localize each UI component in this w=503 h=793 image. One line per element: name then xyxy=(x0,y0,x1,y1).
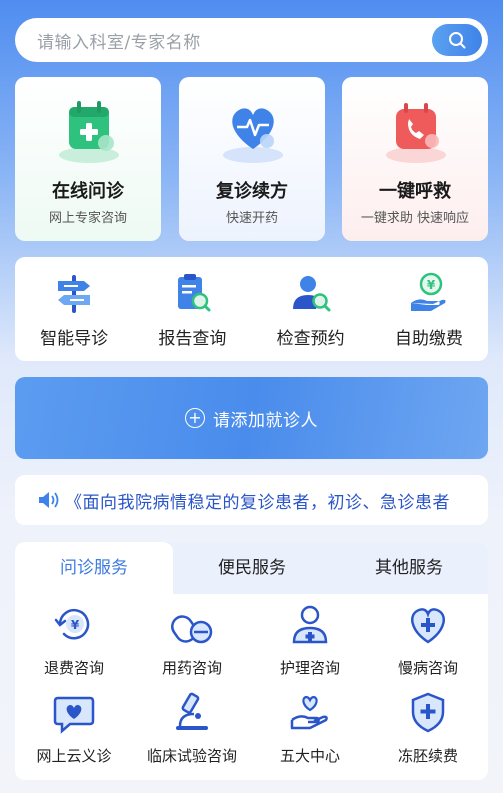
card-subtitle: 网上专家咨询 xyxy=(48,211,127,226)
card-title: 复诊续方 xyxy=(216,181,288,202)
tab-convenience-services[interactable]: 便民服务 xyxy=(173,542,331,594)
card-title: 在线问诊 xyxy=(52,181,124,202)
services-panel: 问诊服务 便民服务 其他服务 ¥ 退费咨询 用药咨询 护理咨询 慢病咨询 网上云… xyxy=(15,542,488,780)
service-item-label: 护理咨询 xyxy=(279,659,340,677)
online-consult-card[interactable]: 在线问诊 网上专家咨询 xyxy=(15,77,161,241)
revisit-prescription-card[interactable]: 复诊续方 快速开药 xyxy=(179,77,325,241)
add-patient-label: 请添加就诊人 xyxy=(213,410,318,431)
signpost-icon xyxy=(58,275,91,313)
quick-item-label: 智能导诊 xyxy=(40,329,109,349)
chat-heart-icon xyxy=(53,696,95,734)
svg-text:¥: ¥ xyxy=(71,618,80,632)
quick-item-report-query[interactable]: 报告查询 xyxy=(133,257,251,361)
card-title: 一键呼救 xyxy=(379,181,451,202)
microscope-icon xyxy=(176,692,208,730)
speaker-icon xyxy=(39,492,59,508)
emergency-phone-icon xyxy=(386,103,446,163)
hand-heart-icon xyxy=(290,695,328,730)
search-button[interactable] xyxy=(432,24,482,56)
card-subtitle: 一键求助 快速响应 xyxy=(360,211,470,226)
quick-item-label: 检查预约 xyxy=(276,329,345,349)
card-subtitle: 快速开药 xyxy=(225,211,278,226)
user-search-icon xyxy=(292,276,331,312)
search-input[interactable]: 请输入科室/专家名称 xyxy=(37,28,201,53)
search-bar[interactable]: 请输入科室/专家名称 xyxy=(15,18,488,62)
tab-other-services[interactable]: 其他服务 xyxy=(330,542,488,594)
quick-item-exam-booking[interactable]: 检查预约 xyxy=(252,257,370,361)
quick-item-label: 报告查询 xyxy=(158,329,227,349)
search-icon xyxy=(449,32,466,49)
service-item-label: 临床试验咨询 xyxy=(146,747,237,765)
svg-text:¥: ¥ xyxy=(427,278,436,292)
quick-actions: 智能导诊 报告查询 检查预约 ¥ 自助缴费 xyxy=(15,257,488,361)
quick-item-smart-guide[interactable]: 智能导诊 xyxy=(15,257,133,361)
service-item-label: 退费咨询 xyxy=(43,659,104,677)
service-item-label: 网上云义诊 xyxy=(36,747,112,765)
tab-consult-services[interactable]: 问诊服务 xyxy=(15,542,173,594)
heart-pulse-icon xyxy=(223,108,283,163)
heart-plus-icon xyxy=(411,608,445,644)
service-item-label: 用药咨询 xyxy=(161,659,222,677)
add-circle-icon: + xyxy=(185,408,205,428)
service-tabs: 问诊服务 便民服务 其他服务 xyxy=(15,542,488,594)
medical-calendar-icon xyxy=(59,101,119,163)
emergency-call-card[interactable]: 一键呼救 一键求助 快速响应 xyxy=(342,77,488,241)
quick-item-label: 自助缴费 xyxy=(394,329,463,349)
notice-bar[interactable]: 《面向我院病情稳定的复诊患者，初诊、急诊患者 xyxy=(15,475,488,525)
service-item-label: 慢病咨询 xyxy=(397,659,458,677)
shield-plus-icon xyxy=(411,692,445,733)
service-item-label: 五大中心 xyxy=(279,747,340,765)
payment-yen-icon: ¥ xyxy=(410,272,446,311)
service-item-label: 冻胚续费 xyxy=(397,747,458,765)
nurse-icon xyxy=(292,605,328,644)
quick-item-self-payment[interactable]: ¥ 自助缴费 xyxy=(370,257,488,361)
pill-icon xyxy=(171,615,213,644)
report-search-icon xyxy=(178,274,211,312)
refund-yen-icon: ¥ xyxy=(54,608,90,640)
add-patient-button[interactable]: + 请添加就诊人 xyxy=(15,377,488,459)
notice-text: 《面向我院病情稳定的复诊患者，初诊、急诊患者 xyxy=(65,492,450,513)
